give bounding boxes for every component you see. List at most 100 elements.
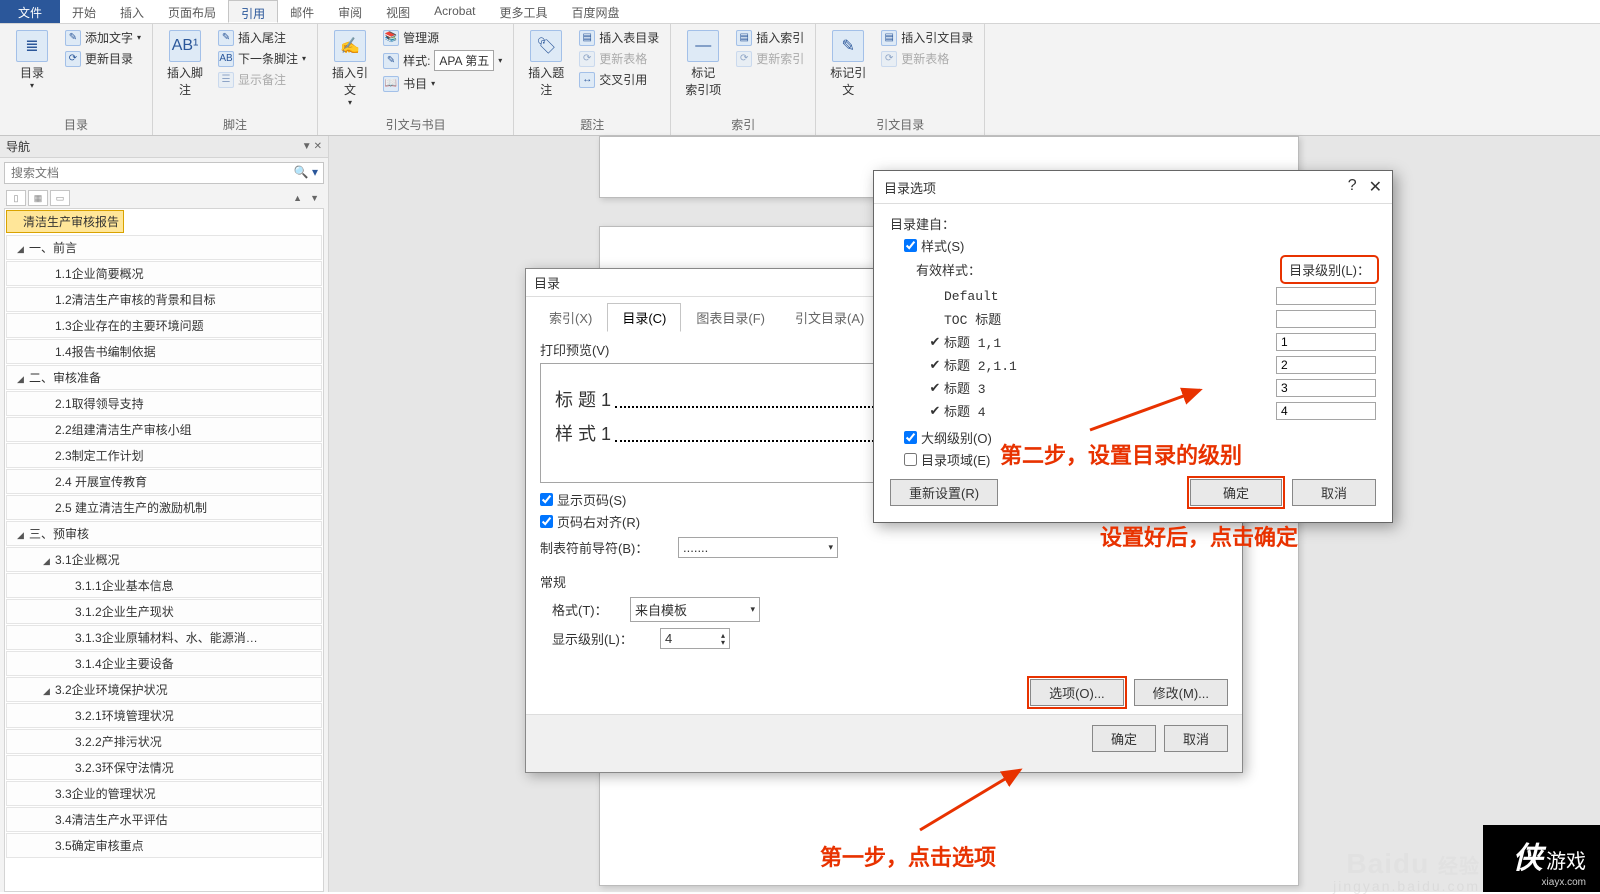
tree-node[interactable]: 2.3制定工作计划 bbox=[6, 443, 322, 468]
update-toc-button[interactable]: ⟳更新目录 bbox=[62, 49, 144, 68]
toc-button[interactable]: ≣目录▾ bbox=[8, 28, 56, 92]
tree-node[interactable]: 3.1.2企业生产现状 bbox=[6, 599, 322, 624]
dlg-tab-index[interactable]: 索引(X) bbox=[534, 303, 607, 332]
level-input[interactable] bbox=[1276, 310, 1376, 328]
tab-insert[interactable]: 插入 bbox=[108, 0, 156, 23]
tree-node[interactable]: 2.2组建清洁生产审核小组 bbox=[6, 417, 322, 442]
insert-endnote-button[interactable]: ✎插入尾注 bbox=[215, 28, 309, 47]
next-footnote-button[interactable]: AB下一条脚注 ▾ bbox=[215, 49, 309, 68]
level-input[interactable] bbox=[1276, 356, 1376, 374]
tab-layout[interactable]: 页面布局 bbox=[156, 0, 228, 23]
nav-dropdown-icon[interactable]: ▼ bbox=[302, 141, 312, 152]
show-notes-button[interactable]: ☰显示备注 bbox=[215, 70, 309, 89]
view-pages-icon[interactable]: ▦ bbox=[28, 190, 48, 206]
insert-index-button[interactable]: ▤插入索引 bbox=[733, 28, 807, 47]
tab-baidu[interactable]: 百度网盘 bbox=[560, 0, 632, 23]
nav-up-icon[interactable]: ▲ bbox=[290, 193, 305, 203]
tree-node[interactable]: 3.5确定审核重点 bbox=[6, 833, 322, 858]
outline-levels-checkbox[interactable] bbox=[904, 431, 917, 444]
level-input[interactable] bbox=[1276, 333, 1376, 351]
tree-node[interactable]: 3.2.2产排污状况 bbox=[6, 729, 322, 754]
tree-node[interactable]: 3.1.4企业主要设备 bbox=[6, 651, 322, 676]
manage-sources-button[interactable]: 📚管理源 bbox=[380, 28, 505, 47]
tab-view[interactable]: 视图 bbox=[374, 0, 422, 23]
insert-citation-button[interactable]: ✍插入引文▾ bbox=[326, 28, 374, 109]
search-input[interactable] bbox=[4, 162, 324, 184]
bibliography-button[interactable]: 📖书目 ▾ bbox=[380, 74, 505, 93]
view-headings-icon[interactable]: ▯ bbox=[6, 190, 26, 206]
leader-select[interactable]: .......▾ bbox=[678, 537, 838, 558]
dlg-tab-toc[interactable]: 目录(C) bbox=[607, 303, 681, 332]
opt-ok-button[interactable]: 确定 bbox=[1190, 479, 1282, 506]
nav-close-icon[interactable]: ✕ bbox=[314, 141, 322, 152]
insert-footnote-button[interactable]: AB¹插入脚注 bbox=[161, 28, 209, 100]
reset-button[interactable]: 重新设置(R) bbox=[890, 479, 998, 506]
tree-node[interactable]: ◢一、前言 bbox=[6, 235, 322, 260]
tree-node[interactable]: 3.2.1环境管理状况 bbox=[6, 703, 322, 728]
insert-citation-toc-button[interactable]: ▤插入引文目录 bbox=[878, 28, 976, 47]
dlg-tab-figures[interactable]: 图表目录(F) bbox=[681, 303, 780, 332]
tab-more[interactable]: 更多工具 bbox=[487, 0, 559, 23]
add-text-button[interactable]: ✎添加文字 ▾ bbox=[62, 28, 144, 47]
style-selector[interactable]: ✎样式: APA 第五 ▾ bbox=[380, 49, 505, 72]
level-input[interactable] bbox=[1276, 287, 1376, 305]
mark-citation-button[interactable]: ✎标记引文 bbox=[824, 28, 872, 100]
toc-fields-checkbox[interactable] bbox=[904, 453, 917, 466]
options-button[interactable]: 选项(O)... bbox=[1030, 679, 1124, 706]
tree-node[interactable]: 1.3企业存在的主要环境问题 bbox=[6, 313, 322, 338]
tree-node[interactable]: 3.1.1企业基本信息 bbox=[6, 573, 322, 598]
tree-node[interactable]: 3.4清洁生产水平评估 bbox=[6, 807, 322, 832]
view-results-icon[interactable]: ▭ bbox=[50, 190, 70, 206]
nav-down-icon[interactable]: ▼ bbox=[307, 193, 322, 203]
tree-node[interactable]: 清洁生产审核报告 bbox=[6, 210, 124, 233]
style-name: 标题 2,1.1 bbox=[944, 355, 1276, 374]
tab-mail[interactable]: 邮件 bbox=[278, 0, 326, 23]
insert-table-figures-button[interactable]: ▤插入表目录 bbox=[576, 28, 662, 47]
tree-node[interactable]: ◢二、审核准备 bbox=[6, 365, 322, 390]
tab-references[interactable]: 引用 bbox=[228, 0, 278, 23]
tree-node[interactable]: 2.5 建立清洁生产的激励机制 bbox=[6, 495, 322, 520]
tab-file[interactable]: 文件 bbox=[0, 0, 60, 23]
tree-node[interactable]: 3.1.3企业原辅材料、水、能源消… bbox=[6, 625, 322, 650]
update-index-button[interactable]: ⟳更新索引 bbox=[733, 49, 807, 68]
opt-cancel-button[interactable]: 取消 bbox=[1292, 479, 1376, 506]
search-icon[interactable]: 🔍 ▾ bbox=[294, 165, 318, 179]
styles-checkbox[interactable] bbox=[904, 239, 917, 252]
update-citation-table-button[interactable]: ⟳更新表格 bbox=[878, 49, 976, 68]
toc-ok-button[interactable]: 确定 bbox=[1092, 725, 1156, 752]
modify-button[interactable]: 修改(M)... bbox=[1134, 679, 1228, 706]
show-page-numbers-checkbox[interactable] bbox=[540, 493, 553, 506]
group-citation-toc-label: 引文目录 bbox=[824, 114, 976, 135]
level-input[interactable] bbox=[1276, 402, 1376, 420]
update-table-button[interactable]: ⟳更新表格 bbox=[576, 49, 662, 68]
tab-home[interactable]: 开始 bbox=[60, 0, 108, 23]
insert-caption-button[interactable]: 🏷插入题注 bbox=[522, 28, 570, 100]
tree-node[interactable]: 1.4报告书编制依据 bbox=[6, 339, 322, 364]
dlg-tab-authorities[interactable]: 引文目录(A) bbox=[780, 303, 879, 332]
watermark-corner: 侠 游戏 xiayx.com bbox=[1483, 825, 1600, 892]
close-icon[interactable]: ✕ bbox=[1369, 177, 1382, 197]
tree-node[interactable]: 2.1取得领导支持 bbox=[6, 391, 322, 416]
heading-tree[interactable]: 清洁生产审核报告◢一、前言1.1企业简要概况1.2清洁生产审核的背景和目标1.3… bbox=[4, 208, 324, 892]
tab-review[interactable]: 审阅 bbox=[326, 0, 374, 23]
tree-node[interactable]: 2.4 开展宣传教育 bbox=[6, 469, 322, 494]
tree-node[interactable]: 1.2清洁生产审核的背景和目标 bbox=[6, 287, 322, 312]
tree-node[interactable]: ◢3.2企业环境保护状况 bbox=[6, 677, 322, 702]
tab-acrobat[interactable]: Acrobat bbox=[422, 0, 487, 23]
tree-node[interactable]: ◢三、预审核 bbox=[6, 521, 322, 546]
tree-node[interactable]: 3.3企业的管理状况 bbox=[6, 781, 322, 806]
tree-node[interactable]: 1.1企业简要概况 bbox=[6, 261, 322, 286]
tree-node[interactable]: 3.2.3环保守法情况 bbox=[6, 755, 322, 780]
toc-cancel-button[interactable]: 取消 bbox=[1164, 725, 1228, 752]
help-icon[interactable]: ? bbox=[1348, 177, 1357, 197]
style-row: Default bbox=[926, 287, 1376, 305]
right-align-checkbox[interactable] bbox=[540, 515, 553, 528]
tree-node[interactable]: ◢3.1企业概况 bbox=[6, 547, 322, 572]
cross-reference-button[interactable]: ↔交叉引用 bbox=[576, 70, 662, 89]
group-toc-label: 目录 bbox=[8, 114, 144, 135]
mark-index-button[interactable]: —标记 索引项 bbox=[679, 28, 727, 100]
levels-spinner[interactable]: 4▴▾ bbox=[660, 628, 730, 649]
nav-title: 导航 bbox=[6, 138, 30, 155]
format-select[interactable]: 来自模板▾ bbox=[630, 597, 760, 622]
level-input[interactable] bbox=[1276, 379, 1376, 397]
